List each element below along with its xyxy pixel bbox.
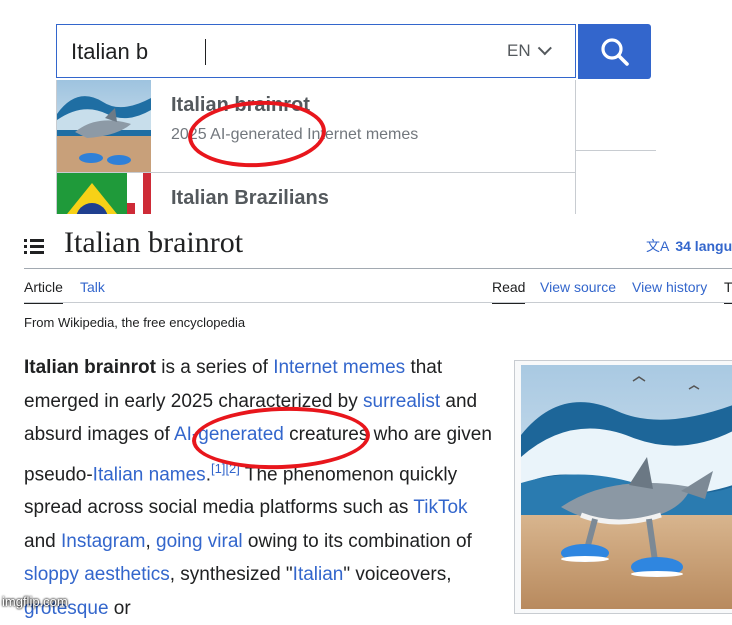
tab-read[interactable]: Read <box>492 279 526 304</box>
suggestion-title: Italian brainrot <box>171 94 310 116</box>
search-panel: EN <box>0 0 732 214</box>
text: , synthesized " <box>169 564 293 586</box>
suggestion-description: 2025 AI-generated Internet memes <box>171 126 419 143</box>
language-selector[interactable]: EN <box>507 41 552 61</box>
text-caret <box>205 39 206 65</box>
link-surrealist[interactable]: surrealist <box>363 391 440 412</box>
language-label: EN <box>507 41 531 60</box>
suggestion-italian-brazilians[interactable]: Italian Brazilians <box>57 173 575 214</box>
lead-paragraph: Italian brainrot is a series of Internet… <box>24 351 504 625</box>
search-icon <box>601 38 629 66</box>
text: or <box>108 597 131 619</box>
article-panel: Italian brainrot 文A 34 langua Article Tal… <box>0 214 732 619</box>
text: owing to its combination of <box>242 530 472 552</box>
tagline: From Wikipedia, the free encyclopedia <box>24 315 246 330</box>
link-ai-generated[interactable]: AI-generated <box>174 424 284 445</box>
suggestion-thumbnail <box>57 80 151 172</box>
text: is a series of <box>155 357 274 378</box>
infobox-image[interactable] <box>521 365 732 609</box>
search-button[interactable] <box>578 24 651 79</box>
table-of-contents-icon[interactable] <box>24 238 44 254</box>
search-box[interactable]: EN <box>56 24 576 78</box>
search-input[interactable] <box>71 37 471 67</box>
text: , <box>145 530 157 552</box>
language-count: 34 langua <box>675 238 732 254</box>
watermark: imgflip.com <box>2 594 68 609</box>
divider <box>576 150 656 151</box>
language-button[interactable]: 文A 34 langua <box>646 236 732 256</box>
link-internet-memes[interactable]: Internet memes <box>273 357 405 378</box>
suggestions-dropdown: Italian brainrot 2025 AI-generated Inter… <box>56 80 576 214</box>
tab-view-source[interactable]: View source <box>540 279 616 295</box>
link-going-viral[interactable]: going viral <box>156 531 243 552</box>
text: and <box>24 530 61 552</box>
title-divider <box>24 268 732 269</box>
link-tiktok[interactable]: TikTok <box>413 497 467 518</box>
suggestion-title: Italian Brazilians <box>171 187 329 209</box>
link-italian-names[interactable]: Italian names <box>93 464 206 485</box>
tab-view-history[interactable]: View history <box>632 279 707 295</box>
link-instagram[interactable]: Instagram <box>61 531 145 552</box>
translate-icon: 文A <box>646 238 670 254</box>
suggestion-thumbnail-flags <box>57 173 151 214</box>
tab-article[interactable]: Article <box>24 279 63 304</box>
link-italian[interactable]: Italian <box>293 564 344 585</box>
tab-tools[interactable]: T <box>724 279 732 304</box>
page-title: Italian brainrot <box>64 226 244 259</box>
text: " voiceovers, <box>343 564 452 586</box>
reference-1[interactable]: [1] <box>211 461 225 476</box>
link-sloppy-aesthetics[interactable]: sloppy aesthetics <box>24 564 170 585</box>
reference-2[interactable]: [2] <box>225 461 239 476</box>
infobox <box>514 360 732 614</box>
chevron-down-icon <box>537 41 552 56</box>
article-subject: Italian brainrot <box>24 357 156 378</box>
tabs-divider <box>24 302 732 303</box>
suggestion-italian-brainrot[interactable]: Italian brainrot 2025 AI-generated Inter… <box>57 80 575 173</box>
tab-talk[interactable]: Talk <box>80 279 105 295</box>
